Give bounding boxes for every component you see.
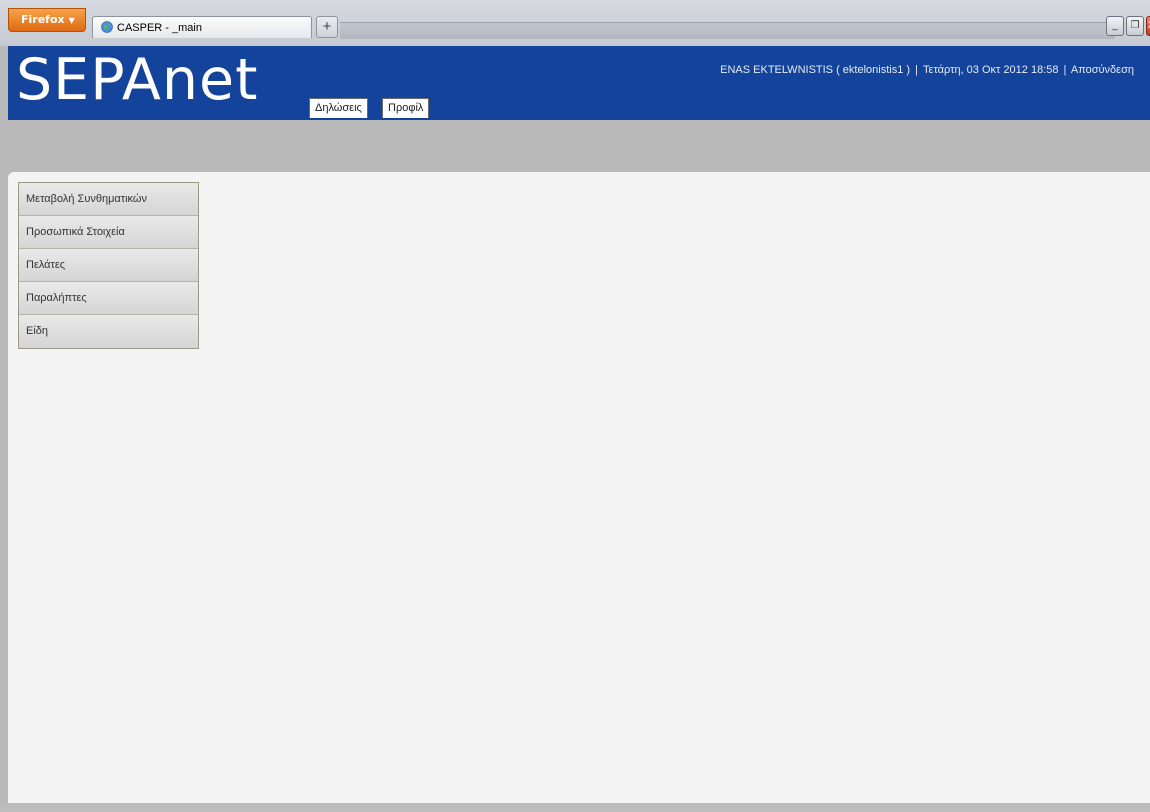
menu-item-recipients[interactable]: Παραλήπτες: [19, 282, 198, 315]
firefox-menu-label: Firefox: [21, 13, 65, 26]
tab-strip: [340, 22, 1115, 39]
site-logo[interactable]: SEPAnet: [16, 43, 258, 117]
restore-button[interactable]: ❐: [1126, 16, 1144, 36]
minimize-button[interactable]: _: [1106, 16, 1124, 36]
current-datetime: Τετάρτη, 03 Οκτ 2012 18:58: [923, 64, 1059, 76]
nav-declarations-button[interactable]: Δηλώσεις: [309, 98, 368, 118]
close-button[interactable]: X: [1146, 16, 1150, 36]
menu-item-customers[interactable]: Πελάτες: [19, 249, 198, 282]
firefox-menu-button[interactable]: Firefox ▼: [8, 8, 86, 32]
logout-link[interactable]: Αποσύνδεση: [1071, 64, 1134, 76]
menu-item-change-passwords[interactable]: Μεταβολή Συνθηματικών: [19, 183, 198, 216]
site-header: SEPAnet Δηλώσεις Προφίλ ENAS EKTELWNISTI…: [8, 46, 1150, 120]
browser-chrome: Firefox▼ CASPER - _main + _ ❐ X: [0, 0, 1150, 46]
menu-item-products[interactable]: Είδη: [19, 315, 198, 348]
separator: |: [1063, 64, 1067, 76]
tab-title: CASPER - _main: [117, 22, 202, 34]
page-footer: [0, 803, 1150, 812]
menu-item-personal-info[interactable]: Προσωπικά Στοιχεία: [19, 216, 198, 249]
main-content: Μεταβολή Συνθηματικών Προσωπικά Στοιχεία…: [8, 172, 1150, 803]
globe-icon: [101, 21, 113, 33]
side-menu: Μεταβολή Συνθηματικών Προσωπικά Στοιχεία…: [18, 182, 199, 349]
separator: |: [915, 64, 918, 76]
chevron-down-icon: ▼: [68, 16, 75, 25]
user-name: ENAS EKTELWNISTIS ( ektelonistis1 ): [720, 64, 911, 76]
browser-tab[interactable]: CASPER - _main: [92, 16, 312, 38]
user-info-bar: ENAS EKTELWNISTIS ( ektelonistis1 ) | Τε…: [720, 64, 1134, 76]
nav-profile-button[interactable]: Προφίλ: [382, 98, 430, 118]
new-tab-button[interactable]: +: [316, 16, 338, 38]
